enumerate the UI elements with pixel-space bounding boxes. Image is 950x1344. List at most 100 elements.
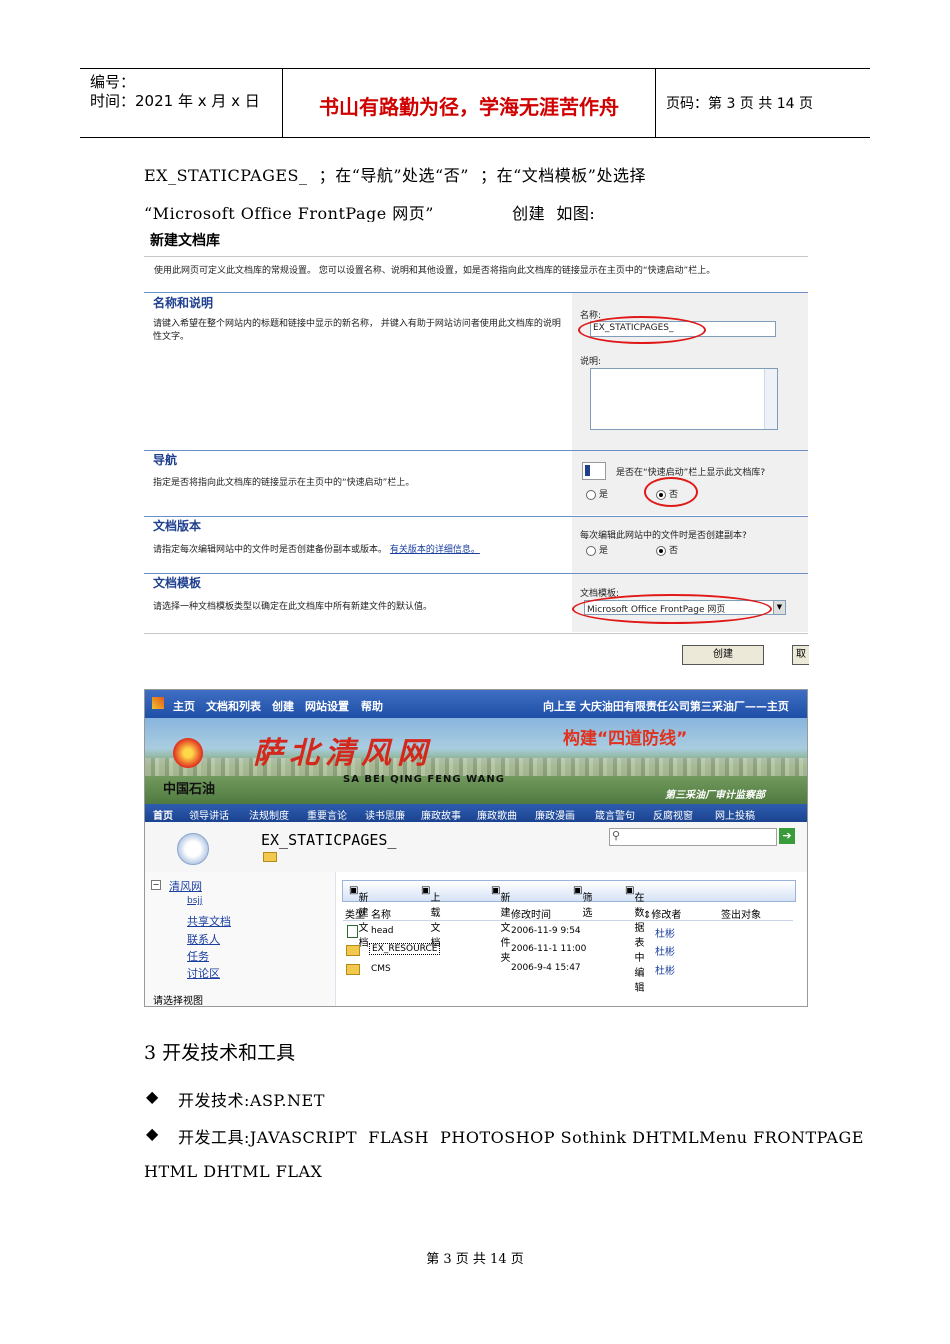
folder-icon bbox=[346, 945, 360, 956]
bullet-diamond-icon: ◆ bbox=[146, 1087, 159, 1106]
nav-item[interactable]: 重要言论 bbox=[307, 807, 347, 822]
file-time: 2006-11-1 11:00 bbox=[511, 944, 587, 954]
version-no-option[interactable]: 否 bbox=[656, 543, 678, 556]
form-title: 新建文档库 bbox=[150, 233, 220, 249]
nav-item[interactable]: 网上投稿 bbox=[715, 807, 755, 822]
intro-line-1: EX_STATICPAGES_ ；在“导航”处选“否” ；在“文档模板”处选择 bbox=[144, 166, 646, 185]
radio-icon[interactable] bbox=[586, 489, 596, 500]
header-page-cell: 页码：第 3 页 共 14 页 bbox=[656, 69, 870, 137]
topnav-docs[interactable]: 文档和列表 bbox=[206, 698, 261, 714]
tree-item[interactable]: bsjj bbox=[187, 896, 202, 906]
section-name-desc: 请键入希望在整个网站内的标题和链接中显示的新名称， 并键入有助于网站访问者使用此… bbox=[153, 319, 561, 342]
search-go-icon[interactable]: ➔ bbox=[779, 828, 795, 844]
time-label: 时间：2021 年 x 月 x 日 bbox=[90, 92, 260, 110]
tree-item[interactable]: 共享文档 bbox=[187, 913, 231, 929]
nav-item[interactable]: 廉政漫画 bbox=[535, 807, 575, 822]
file-author[interactable]: 杜彬 bbox=[655, 925, 675, 940]
form-description: 使用此网页可定义此文档库的常规设置。 您可以设置名称、说明和其他设置，如是否将指… bbox=[154, 266, 716, 276]
section-template-title: 文档模板 bbox=[153, 576, 202, 590]
search-input[interactable]: ⚲ bbox=[609, 828, 777, 846]
nav-question: 是否在“快速启动”栏上显示此文档库? bbox=[616, 468, 766, 478]
site-top-bar: 主页 文档和列表 创建 网站设置 帮助 向上至 大庆油田有限责任公司第三采油厂—… bbox=[145, 690, 807, 718]
topnav-home[interactable]: 主页 bbox=[173, 698, 195, 714]
col-checked-out[interactable]: 签出对象 bbox=[721, 906, 761, 921]
topnav-create[interactable]: 创建 bbox=[272, 698, 294, 714]
file-author[interactable]: 杜彬 bbox=[655, 962, 675, 977]
library-toolbar: ▣ 新建文档 ▣ 上载文档 ▣ 新建文件夹 ▣ 筛选 ▣ 在数据表中编辑 bbox=[342, 880, 796, 994]
new-document-button[interactable]: ▣ 新建文档 bbox=[349, 885, 368, 949]
section-name-title: 名称和说明 bbox=[153, 296, 214, 310]
bullet-2: 开发工具:JAVASCRIPT FLASH PHOTOSHOP Sothink … bbox=[178, 1128, 864, 1147]
petrochina-logo-icon bbox=[173, 738, 203, 768]
textarea-scrollbar[interactable] bbox=[764, 369, 777, 429]
topnav-up-link[interactable]: 向上至 大庆油田有限责任公司第三采油厂——主页 bbox=[543, 698, 789, 714]
datasheet-edit-button[interactable]: ▣ 在数据表中编辑 bbox=[625, 885, 644, 994]
nav-yes-option[interactable]: 是 bbox=[586, 487, 608, 500]
topnav-help[interactable]: 帮助 bbox=[361, 698, 383, 714]
header-info-cell: 编号： 时间：2021 年 x 月 x 日 bbox=[80, 69, 283, 137]
site-banner: 中国石油 萨北清风网 构建“四道防线” SA BEI QING FENG WAN… bbox=[145, 718, 807, 804]
folder-icon bbox=[263, 852, 277, 862]
description-label: 说明: bbox=[580, 357, 602, 367]
new-library-screenshot: 新建文档库 使用此网页可定义此文档库的常规设置。 您可以设置名称、说明和其他设置… bbox=[144, 222, 809, 668]
page-number-label: 页码：第 3 页 共 14 页 bbox=[666, 96, 813, 112]
nav-item[interactable]: 箴言警句 bbox=[595, 807, 635, 822]
file-author[interactable]: 杜彬 bbox=[655, 943, 675, 958]
section-navigation-title: 导航 bbox=[153, 453, 178, 467]
intro-line-2: “Microsoft Office FrontPage 网页” 创建 如图: bbox=[144, 204, 596, 223]
col-modified[interactable]: 修改时间 bbox=[511, 906, 551, 921]
version-info-link[interactable]: 有关版本的详细信息。 bbox=[390, 545, 480, 555]
select-view-label: 请选择视图 bbox=[153, 996, 203, 1007]
filter-button[interactable]: ▣ 筛选 bbox=[573, 885, 592, 919]
file-name[interactable]: CMS bbox=[371, 964, 391, 974]
bullet-2-continued: HTML DHTML FLAX bbox=[144, 1162, 323, 1181]
site-screenshot: 主页 文档和列表 创建 网站设置 帮助 向上至 大庆油田有限责任公司第三采油厂—… bbox=[144, 689, 808, 1007]
nav-item[interactable]: 法规制度 bbox=[249, 807, 289, 822]
collapse-icon[interactable]: − bbox=[151, 880, 161, 890]
nav-item[interactable]: 廉政故事 bbox=[421, 807, 461, 822]
banner-title: 萨北清风网 bbox=[253, 736, 433, 771]
file-name[interactable]: head bbox=[371, 926, 393, 936]
version-yes-option[interactable]: 是 bbox=[586, 543, 608, 556]
highlight-circle bbox=[578, 316, 706, 344]
col-type[interactable]: 类型 bbox=[345, 906, 365, 921]
topnav-settings[interactable]: 网站设置 bbox=[305, 698, 349, 714]
library-icon bbox=[177, 833, 209, 865]
bullet-diamond-icon: ◆ bbox=[146, 1124, 159, 1143]
chevron-down-icon[interactable]: ▼ bbox=[773, 601, 785, 614]
section-navigation-desc: 指定是否将指向此文档库的链接显示在主页中的“快速启动”栏上。 bbox=[153, 478, 415, 488]
nav-item[interactable]: 首页 bbox=[153, 807, 173, 822]
highlight-circle bbox=[644, 477, 698, 507]
page-footer: 第 3 页 共 14 页 bbox=[426, 1252, 524, 1267]
radio-icon[interactable] bbox=[586, 545, 596, 556]
banner-slogan: 构建“四道防线” bbox=[563, 729, 688, 749]
cancel-button[interactable]: 取 bbox=[792, 645, 809, 665]
tree-item[interactable]: 讨论区 bbox=[187, 965, 220, 981]
motto: 书山有路勤为径，学海无涯苦作舟 bbox=[319, 95, 619, 119]
nav-item[interactable]: 领导讲话 bbox=[189, 807, 229, 822]
folder-icon bbox=[346, 964, 360, 975]
new-folder-button[interactable]: ▣ 新建文件夹 bbox=[491, 885, 510, 964]
upload-document-button[interactable]: ▣ 上载文档 bbox=[421, 885, 440, 949]
file-name[interactable]: EX_RESOURCE bbox=[369, 943, 441, 955]
create-button[interactable]: 创建 bbox=[682, 645, 764, 665]
site-logo-icon bbox=[152, 697, 164, 709]
version-question: 每次编辑此网站中的文件时是否创建副本? bbox=[580, 531, 747, 541]
section-template-desc: 请选择一种文档模板类型以确定在此文档库中所有新建文件的默认值。 bbox=[153, 602, 433, 612]
description-textarea[interactable] bbox=[590, 368, 778, 430]
number-label: 编号： bbox=[90, 73, 136, 91]
col-name[interactable]: 名称 bbox=[371, 906, 391, 921]
nav-item[interactable]: 读书思廉 bbox=[365, 807, 405, 822]
tree-item[interactable]: 清风网 bbox=[169, 878, 202, 894]
nav-item[interactable]: 反腐视窗 bbox=[653, 807, 693, 822]
banner-org: 第三采油厂审计监察部 bbox=[665, 790, 765, 801]
banner-logo-text: 中国石油 bbox=[163, 782, 216, 797]
page-header: 编号： 时间：2021 年 x 月 x 日 书山有路勤为径，学海无涯苦作舟 页码… bbox=[80, 68, 870, 138]
library-title: EX_STATICPAGES_ bbox=[261, 831, 397, 849]
radio-selected-icon[interactable] bbox=[656, 545, 666, 556]
bullet-1: 开发技术:ASP.NET bbox=[178, 1091, 325, 1110]
nav-item[interactable]: 廉政歌曲 bbox=[477, 807, 517, 822]
tree-item[interactable]: 任务 bbox=[187, 948, 209, 964]
col-modified-by[interactable]: ⇕修改者 bbox=[643, 906, 681, 921]
tree-item[interactable]: 联系人 bbox=[187, 931, 220, 947]
